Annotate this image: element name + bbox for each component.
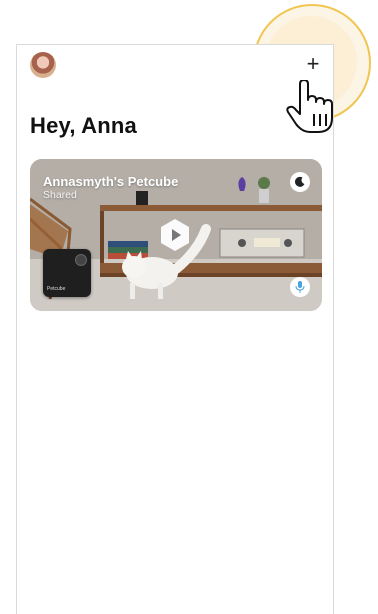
device-thumbnail: Petcube	[43, 249, 91, 297]
camera-card[interactable]: Annasmyth's Petcube Shared Petcube	[30, 159, 322, 311]
add-device-button[interactable]: +	[301, 52, 325, 76]
moon-icon	[294, 176, 305, 187]
camera-lens-icon	[75, 254, 87, 266]
camera-name: Annasmyth's Petcube	[43, 174, 179, 189]
microphone-icon	[295, 281, 305, 293]
page-title: Hey, Anna	[30, 113, 137, 138]
device-thumbnail-label: Petcube	[47, 286, 66, 292]
camera-share-status: Shared	[43, 189, 77, 201]
user-avatar[interactable]	[30, 52, 56, 78]
microphone-button[interactable]	[290, 277, 310, 297]
hand-pointer-icon	[286, 80, 333, 133]
play-button[interactable]	[158, 218, 192, 252]
night-mode-button[interactable]	[290, 172, 310, 192]
